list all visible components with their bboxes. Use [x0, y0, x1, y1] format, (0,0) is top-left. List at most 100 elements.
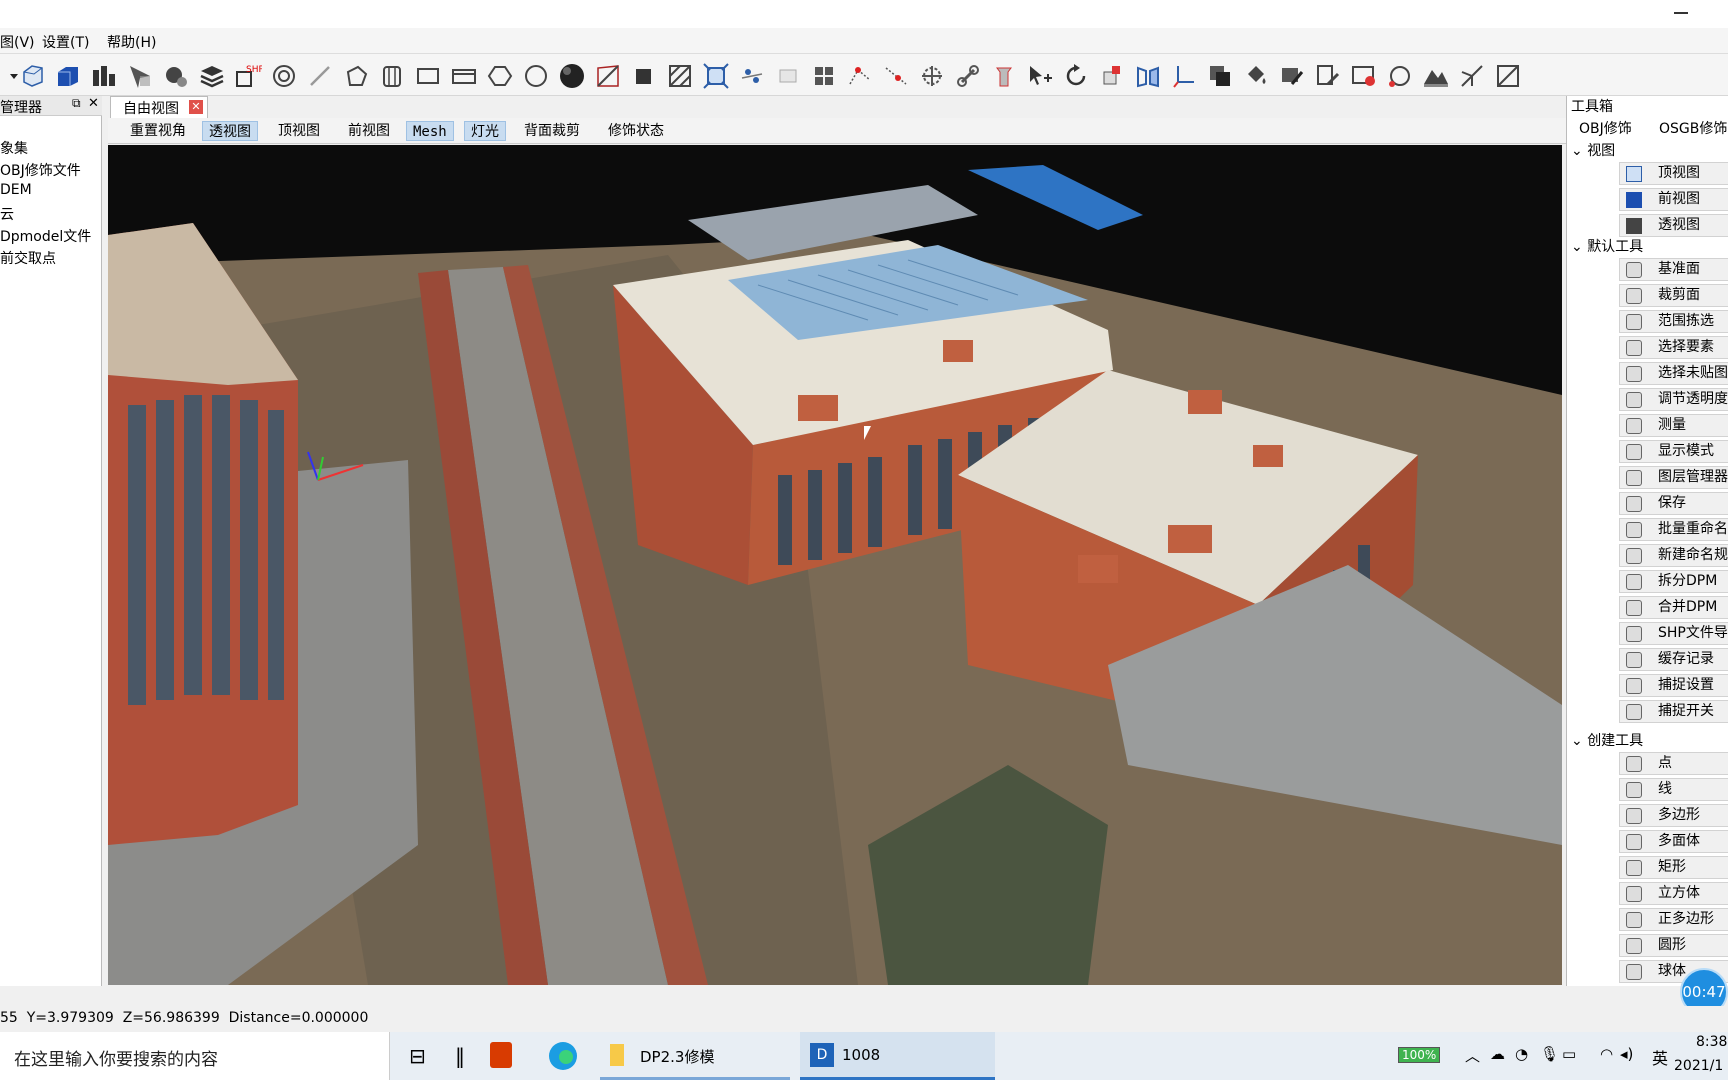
tool-default-5[interactable]: 调节透明度	[1619, 388, 1728, 411]
tool-create-5[interactable]: 立方体	[1619, 882, 1728, 905]
layers-icon[interactable]	[198, 62, 226, 90]
front-view-button[interactable]: 前视图	[342, 121, 396, 141]
move-points-icon[interactable]	[738, 62, 766, 90]
measure-axis-icon[interactable]	[1458, 62, 1486, 90]
scale-icon[interactable]	[1098, 62, 1126, 90]
network-icon[interactable]: ◠	[1600, 1045, 1613, 1063]
tool-default-7[interactable]: 显示模式	[1619, 440, 1728, 463]
taskbar-app-dp[interactable]: D 1008	[800, 1032, 995, 1080]
shp-export-icon[interactable]: SHP	[234, 62, 264, 90]
reset-view-button[interactable]: 重置视角	[124, 121, 192, 141]
ime-indicator[interactable]: 英	[1652, 1045, 1668, 1069]
top-view-button[interactable]: 顶视图	[272, 121, 326, 141]
tool-create-0[interactable]: 点	[1619, 752, 1728, 775]
tree-item-dem[interactable]: DEM	[0, 182, 32, 198]
top-view-icon[interactable]	[18, 62, 46, 90]
fill-square-icon[interactable]	[630, 62, 658, 90]
front-view-icon[interactable]	[54, 62, 82, 90]
group-create-tools-header[interactable]: ⌄ 创建工具	[1571, 730, 1643, 750]
mirror-icon[interactable]	[1134, 62, 1162, 90]
line-tool-icon[interactable]	[306, 62, 334, 90]
tab-obj-decoration[interactable]: OBJ修饰	[1579, 118, 1632, 140]
battery-indicator[interactable]: 100%	[1398, 1045, 1441, 1063]
tool-default-17[interactable]: 捕捉开关	[1619, 700, 1728, 723]
tab-osgb-decoration[interactable]: OSGB修饰	[1659, 118, 1727, 140]
edge-select-icon[interactable]	[882, 62, 910, 90]
cut-tool-icon[interactable]	[918, 62, 946, 90]
backface-cull-button[interactable]: 背面裁剪	[518, 121, 586, 141]
cube-tool-icon[interactable]	[450, 62, 478, 90]
cache-record-icon[interactable]	[270, 62, 298, 90]
tool-front-view[interactable]: 前视图	[1619, 188, 1728, 211]
perspective-button[interactable]: 透视图	[202, 121, 258, 141]
tool-default-4[interactable]: 选择未贴图	[1619, 362, 1728, 385]
axis-icon[interactable]	[1170, 62, 1198, 90]
volume-icon[interactable]: ◂)	[1620, 1045, 1633, 1063]
office-app-icon[interactable]	[485, 1032, 519, 1080]
tool-create-6[interactable]: 正多边形	[1619, 908, 1728, 931]
tool-default-1[interactable]: 裁剪面	[1619, 284, 1728, 307]
close-tab-icon[interactable]: ✕	[189, 100, 203, 114]
tool-create-1[interactable]: 线	[1619, 778, 1728, 801]
task-view-icon[interactable]: ⊟	[405, 1032, 435, 1080]
polygon-tool-icon[interactable]	[342, 62, 370, 90]
edit-texture-icon[interactable]	[1314, 62, 1342, 90]
close-panel-icon[interactable]: ✕	[88, 96, 99, 111]
tool-default-15[interactable]: 缓存记录	[1619, 648, 1728, 671]
onedrive-icon[interactable]: ☁	[1490, 1045, 1505, 1063]
power-icon[interactable]: ▭	[1562, 1045, 1576, 1063]
polyhedron-tool-icon[interactable]	[378, 62, 406, 90]
float-panel-icon[interactable]: ⧉	[72, 96, 81, 111]
clock-time[interactable]: 8:38	[1696, 1034, 1727, 1050]
capture-settings-icon[interactable]	[1350, 62, 1378, 90]
tree-item-obj-files[interactable]: OBJ修饰文件	[0, 160, 81, 180]
microphone-icon[interactable]: 🎙	[1540, 1045, 1559, 1063]
regular-polygon-tool-icon[interactable]	[486, 62, 514, 90]
vertex-select-icon[interactable]	[846, 62, 874, 90]
tab-free-view[interactable]: 自由视图 ✕	[110, 96, 208, 118]
terrain-icon[interactable]	[1422, 62, 1450, 90]
decoration-state-button[interactable]: 修饰状态	[602, 121, 670, 141]
tool-create-7[interactable]: 圆形	[1619, 934, 1728, 957]
menu-view[interactable]: 图(V)	[0, 32, 35, 52]
perspective-view-icon[interactable]	[90, 62, 118, 90]
tool-default-0[interactable]: 基准面	[1619, 258, 1728, 281]
texture-icon[interactable]	[1278, 62, 1306, 90]
tool-default-10[interactable]: 批量重命名	[1619, 518, 1728, 541]
group-default-tools-header[interactable]: ⌄ 默认工具	[1571, 236, 1643, 256]
sphere-tool-icon[interactable]	[558, 62, 586, 90]
tool-default-13[interactable]: 合并DPM	[1619, 596, 1728, 619]
move-arrow-icon[interactable]	[1026, 62, 1054, 90]
tool-top-view[interactable]: 顶视图	[1619, 162, 1728, 185]
taskbar-search-box[interactable]: 在这里输入你要搜索的内容	[0, 1032, 390, 1080]
sphere-clip-icon[interactable]	[162, 62, 190, 90]
tool-default-12[interactable]: 拆分DPM	[1619, 570, 1728, 593]
taskbar-app-folder[interactable]: DP2.3修模	[600, 1032, 790, 1080]
clock-date[interactable]: 2021/1	[1674, 1058, 1723, 1074]
lighting-button[interactable]: 灯光	[464, 121, 506, 141]
rectangle-tool-icon[interactable]	[414, 62, 442, 90]
tool-default-16[interactable]: 捕捉设置	[1619, 674, 1728, 697]
edge-browser-icon[interactable]	[545, 1032, 579, 1080]
duplicate-icon[interactable]	[1206, 62, 1234, 90]
cut-plane-icon[interactable]	[594, 62, 622, 90]
minimize-icon[interactable]	[1674, 12, 1688, 14]
tool-default-2[interactable]: 范围拣选	[1619, 310, 1728, 333]
tool-default-14[interactable]: SHP文件导	[1619, 622, 1728, 645]
group-view-header[interactable]: ⌄ 视图	[1571, 140, 1615, 160]
link-icon[interactable]	[954, 62, 982, 90]
dropdown-icon[interactable]	[0, 62, 18, 90]
tree-item-image-set[interactable]: 象集	[0, 138, 28, 158]
measure-area-icon[interactable]	[1494, 62, 1522, 90]
pillar-icon[interactable]	[990, 62, 1018, 90]
rotate-icon[interactable]	[1062, 62, 1090, 90]
tool-default-3[interactable]: 选择要素	[1619, 336, 1728, 359]
tool-perspective-view[interactable]: 透视图	[1619, 214, 1728, 237]
tree-item-cloud[interactable]: 云	[0, 204, 14, 224]
frame-icon[interactable]	[774, 62, 802, 90]
tool-create-2[interactable]: 多边形	[1619, 804, 1728, 827]
wifi-icon[interactable]: ◔	[1515, 1045, 1528, 1063]
hatch-icon[interactable]	[666, 62, 694, 90]
tool-create-3[interactable]: 多面体	[1619, 830, 1728, 853]
tool-default-11[interactable]: 新建命名规	[1619, 544, 1728, 567]
